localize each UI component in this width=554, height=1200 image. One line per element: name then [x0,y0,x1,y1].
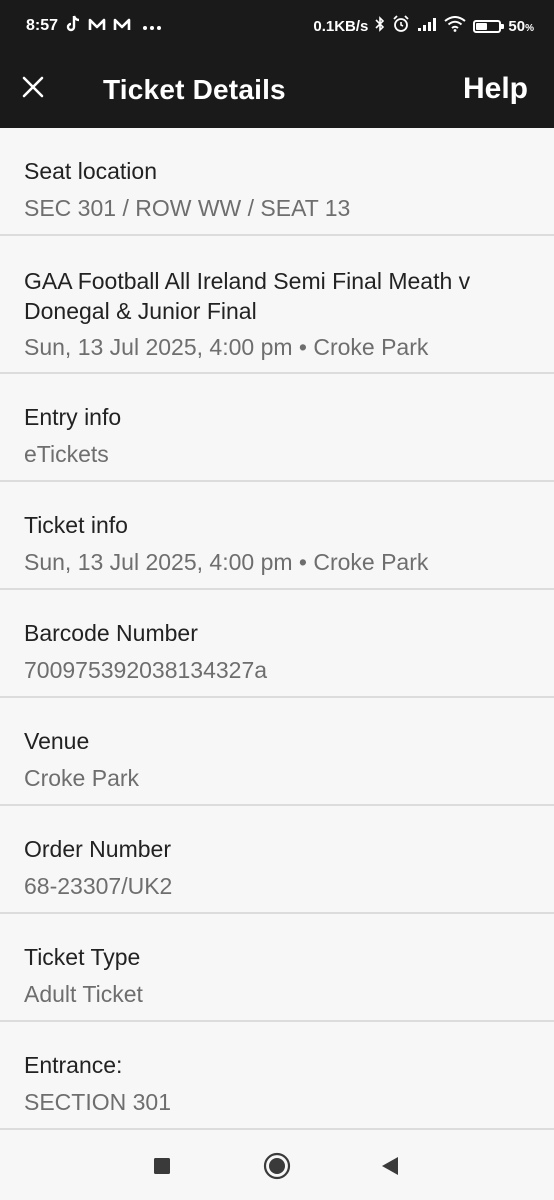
back-button[interactable] [372,1150,408,1186]
status-time: 8:57 [26,17,59,34]
battery-fill [476,22,488,30]
detail-value[interactable]: 700975392038134327a [24,655,530,685]
detail-row-entry-info: Entry info eTickets [0,374,554,482]
bluetooth-icon [375,15,385,37]
detail-row-order-number: Order Number 68-23307/UK2 [0,806,554,914]
battery-icon [473,19,505,33]
detail-label: Entrance: [24,1052,123,1078]
back-triangle-icon [380,1156,400,1181]
detail-value[interactable]: Adult Ticket [24,979,530,1009]
detail-label: Ticket Type [24,944,141,970]
ticket-details-list: Seat location SEC 301 / ROW WW / SEAT 13… [0,128,554,1130]
detail-row-entrance: Entrance: SECTION 301 [0,1022,554,1130]
signal-icon [417,17,437,36]
m-app-icon [113,17,131,36]
wifi-icon [444,15,467,37]
home-button[interactable] [259,1150,295,1186]
more-dots-icon [142,18,162,35]
detail-value[interactable]: eTickets [24,439,530,469]
detail-row-seat-location: Seat location SEC 301 / ROW WW / SEAT 13 [0,128,554,236]
home-circle-icon [263,1152,291,1185]
battery-level: 50 [508,17,526,35]
detail-row-ticket-info: Ticket info Sun, 13 Jul 2025, 4:00 pm • … [0,482,554,590]
detail-label: Seat location [24,158,157,184]
page-title: Ticket Details [103,74,286,105]
detail-value[interactable]: Sun, 13 Jul 2025, 4:00 pm • Croke Park [24,547,530,577]
recents-square-icon [153,1157,171,1180]
detail-value[interactable]: SECTION 301 [24,1087,530,1117]
system-nav-bar [0,1134,554,1200]
network-speed: 0.1KB/s [313,17,369,35]
status-bar: 8:57 0.1KB/s 50% [0,0,554,52]
detail-value[interactable]: Croke Park [24,763,530,793]
detail-label: Venue [24,728,90,754]
close-button[interactable] [14,70,52,108]
tiktok-icon [65,15,81,38]
detail-label: Order Number [24,836,171,862]
detail-row-venue: Venue Croke Park [0,698,554,806]
detail-value[interactable]: SEC 301 / ROW WW / SEAT 13 [24,193,530,223]
detail-row-barcode-number: Barcode Number 700975392038134327a [0,590,554,698]
ticket-details-screen: 8:57 0.1KB/s 50% Ticket Details Help Sea… [0,0,554,1200]
battery-unit: % [525,22,534,34]
status-right: 0.1KB/s 50% [313,14,534,38]
help-button[interactable]: Help [463,72,528,106]
recents-button[interactable] [144,1150,180,1186]
detail-row-ticket-type: Ticket Type Adult Ticket [0,914,554,1022]
detail-value[interactable]: Sun, 13 Jul 2025, 4:00 pm • Croke Park [24,332,530,362]
close-icon [22,76,44,103]
detail-value[interactable]: 68-23307/UK2 [24,871,530,901]
detail-label: Barcode Number [24,620,198,646]
battery-percent: 50% [508,18,534,35]
app-bar: Ticket Details Help [0,52,554,128]
detail-label: Entry info [24,404,122,430]
m-app-icon [88,17,106,36]
detail-row-event: GAA Football All Ireland Semi Final Meat… [0,236,554,374]
status-left: 8:57 [26,15,162,38]
detail-label: Ticket info [24,512,128,538]
alarm-icon [392,14,410,38]
detail-label: GAA Football All Ireland Semi Final Meat… [24,268,471,324]
